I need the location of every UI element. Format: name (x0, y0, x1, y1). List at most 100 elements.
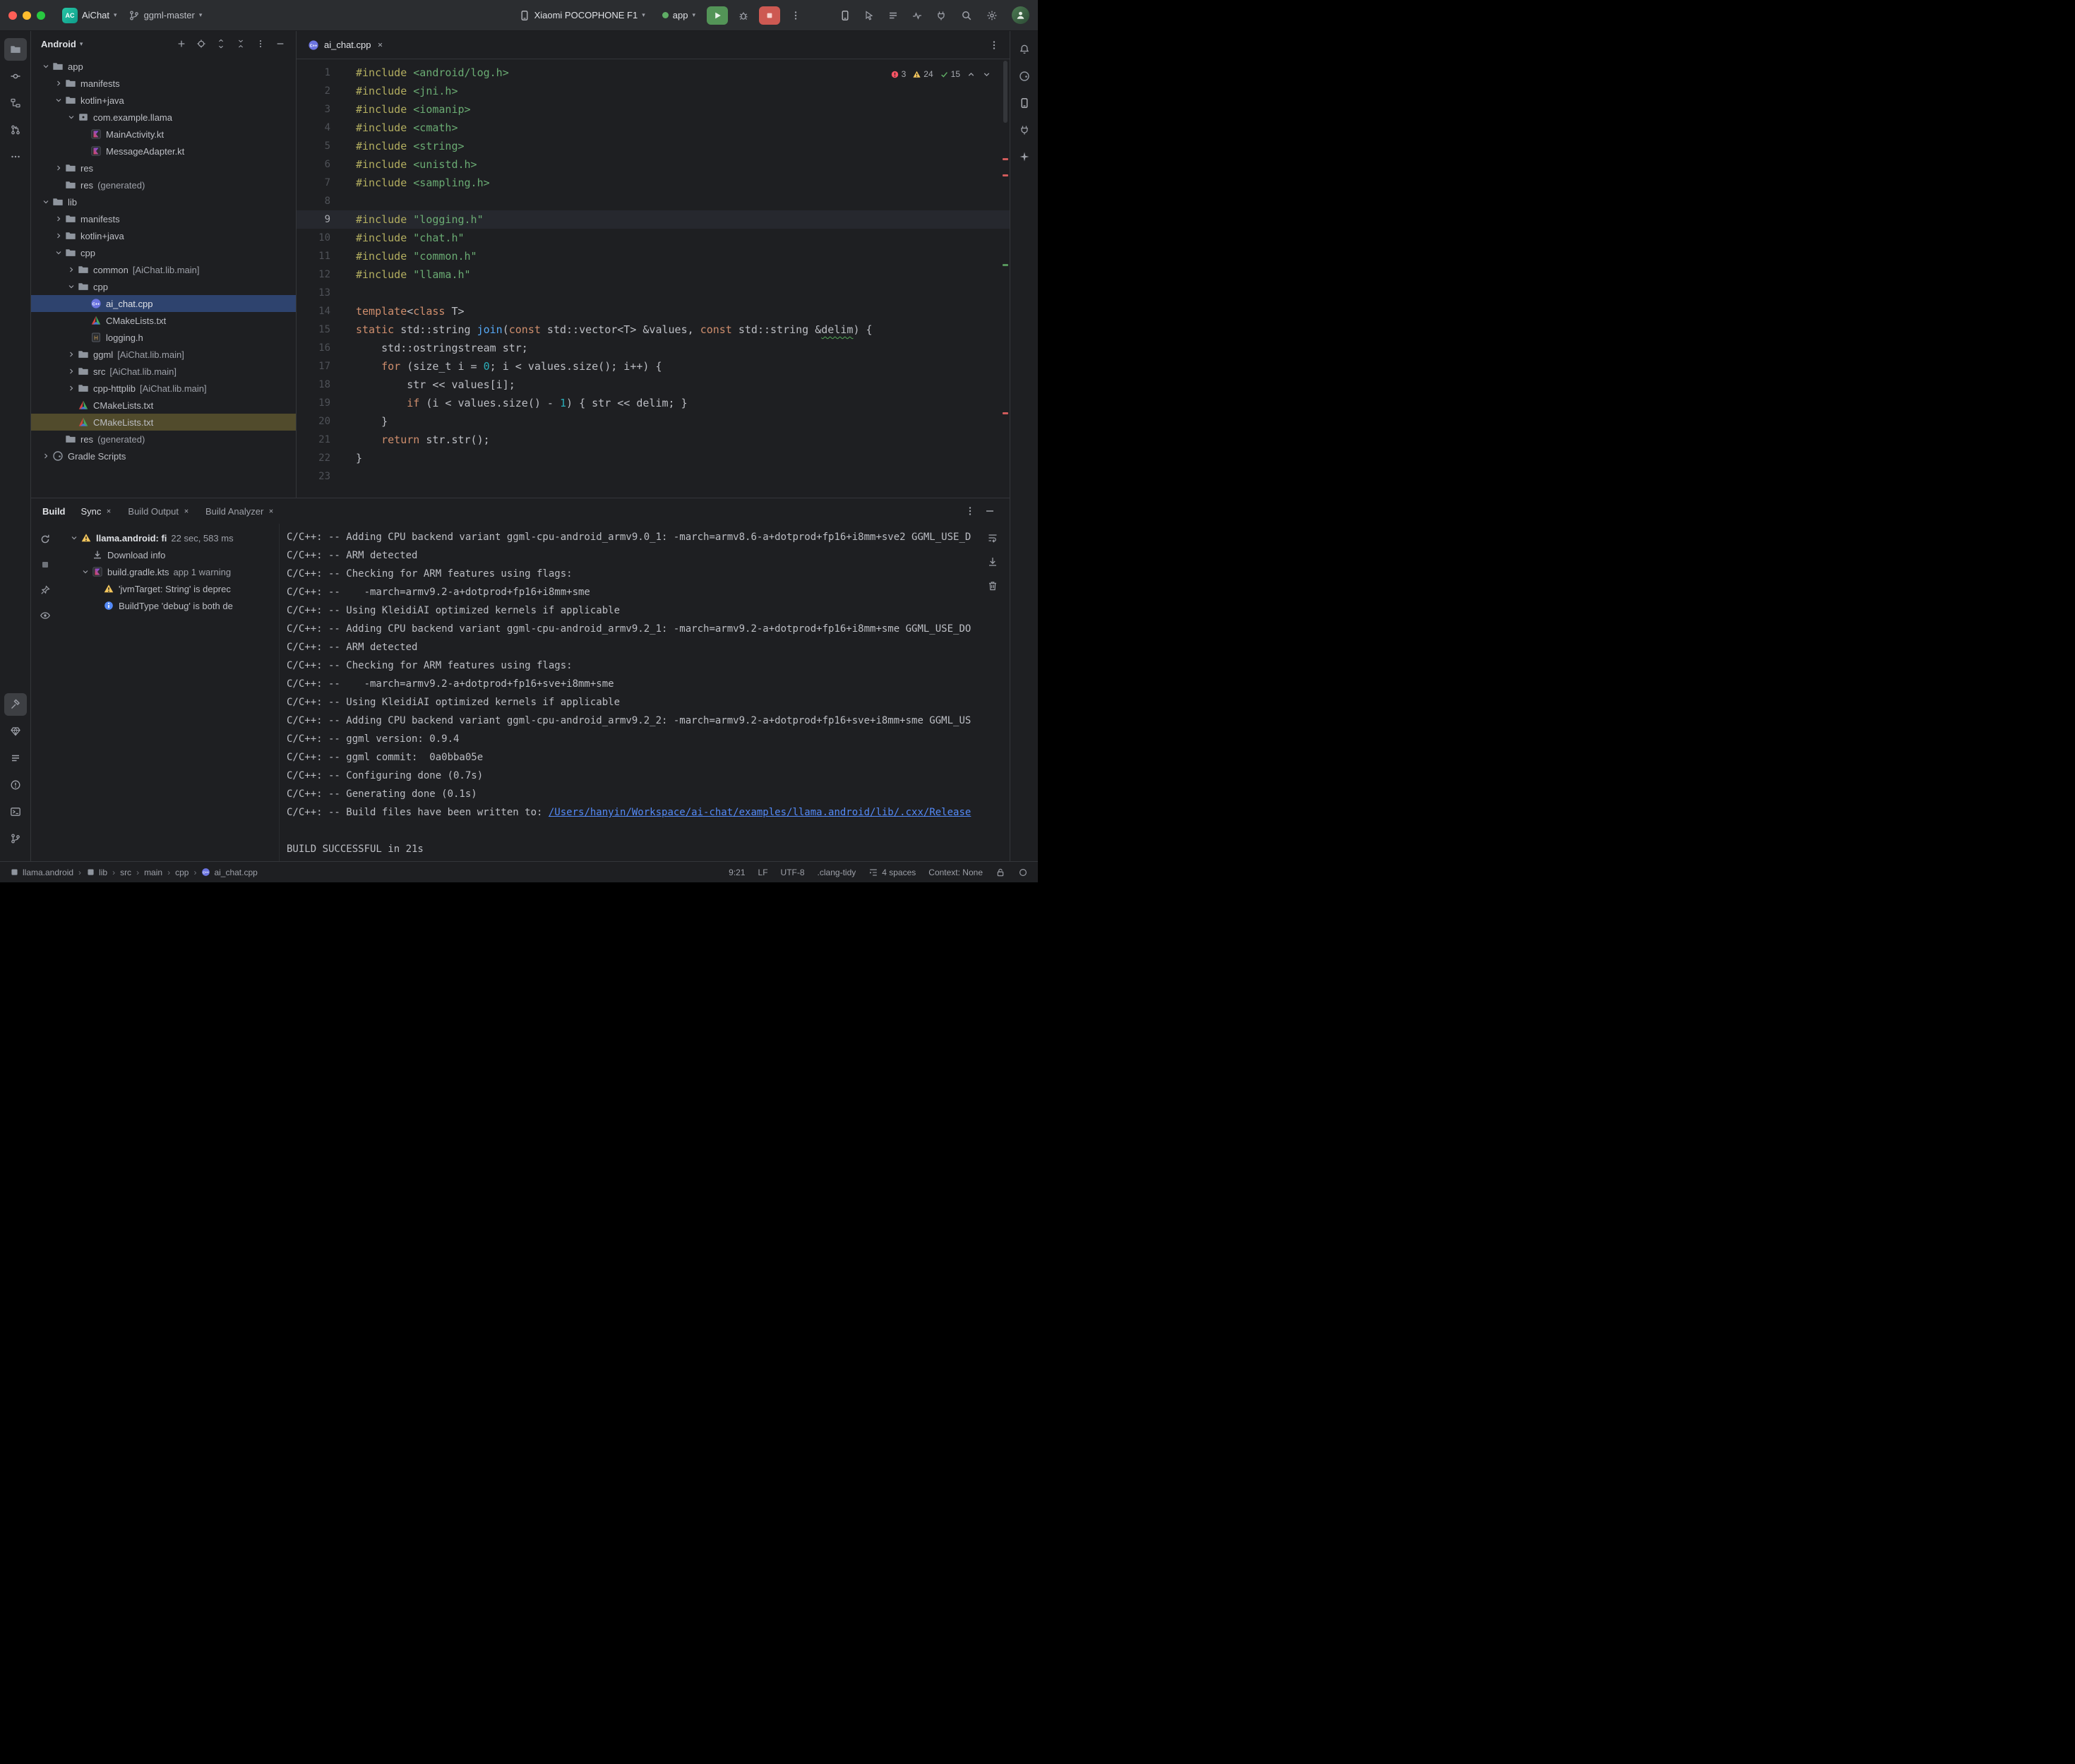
line-number[interactable]: 12 (297, 265, 330, 284)
run-button[interactable] (707, 6, 728, 25)
next-problem-button[interactable] (982, 70, 991, 79)
tab-build-output[interactable]: Build Output (128, 506, 190, 517)
project-selector[interactable]: AC AiChat ▾ (56, 5, 123, 26)
tree-item-cpp-httplib[interactable]: cpp-httplib[AiChat.lib.main] (31, 380, 296, 397)
line-number[interactable]: 18 (297, 376, 330, 394)
gutter[interactable] (330, 320, 356, 339)
tree-item-messageadapter-kt[interactable]: MessageAdapter.kt (31, 143, 296, 160)
tree-item-manifests[interactable]: manifests (31, 210, 296, 227)
chevron-down-icon[interactable] (65, 280, 78, 293)
prev-problem-button[interactable] (967, 70, 976, 79)
project-icon[interactable] (4, 38, 27, 61)
code-line[interactable]: 17 for (size_t i = 0; i < values.size();… (297, 357, 1010, 376)
chevron-down-icon[interactable] (52, 246, 65, 259)
line-number[interactable]: 22 (297, 449, 330, 467)
line-number[interactable]: 21 (297, 431, 330, 449)
line-number[interactable]: 10 (297, 229, 330, 247)
terminal-icon[interactable] (4, 800, 27, 823)
hide-build-button[interactable] (980, 502, 1000, 520)
build-icon[interactable] (4, 693, 27, 716)
line-number[interactable]: 15 (297, 320, 330, 339)
tree-item-cmakelists-txt[interactable]: CMakeLists.txt (31, 312, 296, 329)
gradle-icon[interactable] (1013, 65, 1036, 88)
status-caret-position[interactable]: 9:21 (729, 868, 745, 877)
hide-icon[interactable] (272, 35, 289, 52)
gutter[interactable] (330, 394, 356, 412)
stop-sync-icon[interactable] (37, 556, 54, 573)
line-number[interactable]: 20 (297, 412, 330, 431)
tree-item-lib[interactable]: lib (31, 193, 296, 210)
status-line-separator[interactable]: LF (758, 868, 768, 877)
stripe-mark[interactable] (1003, 264, 1008, 266)
code-line[interactable]: 22} (297, 449, 1010, 467)
code-line[interactable]: 19 if (i < values.size() - 1) { str << d… (297, 394, 1010, 412)
clear-all-icon[interactable] (984, 577, 1001, 594)
chevron-right-icon[interactable] (52, 229, 65, 242)
window-close-button[interactable] (8, 11, 17, 20)
options-icon[interactable] (252, 35, 269, 52)
device-selector[interactable]: Xiaomi POCOPHONE F1 ▾ (513, 7, 651, 24)
tree-item-ai-chat-cpp[interactable]: C++ai_chat.cpp (31, 295, 296, 312)
tree-item-ggml[interactable]: ggml[AiChat.lib.main] (31, 346, 296, 363)
user-avatar[interactable] (1012, 6, 1029, 24)
editor-scroll-stripe[interactable] (1001, 59, 1010, 498)
stripe-mark[interactable] (1003, 158, 1008, 160)
tree-item-gradle-scripts[interactable]: Gradle Scripts (31, 448, 296, 464)
scroll-to-end-icon[interactable] (984, 553, 1001, 570)
line-number[interactable]: 13 (297, 284, 330, 302)
chevron-down-icon[interactable] (65, 111, 78, 124)
window-zoom-button[interactable] (37, 11, 45, 20)
code-line[interactable]: 14template<class T> (297, 302, 1010, 320)
pull-requests-icon[interactable] (4, 119, 27, 141)
chevron-right-icon[interactable] (52, 77, 65, 90)
tree-item-app[interactable]: app (31, 58, 296, 75)
expand-all-icon[interactable] (213, 35, 229, 52)
close-icon[interactable] (376, 41, 384, 49)
code-line[interactable]: 10#include "chat.h" (297, 229, 1010, 247)
tree-item-cpp[interactable]: cpp (31, 244, 296, 261)
status-encoding[interactable]: UTF-8 (781, 868, 805, 877)
scrollbar-thumb[interactable] (1003, 61, 1007, 123)
device-manager-icon[interactable] (1013, 92, 1036, 114)
logcat-icon[interactable] (4, 747, 27, 769)
breadcrumb-item[interactable]: lib (86, 868, 107, 877)
gutter[interactable] (330, 210, 356, 229)
stripe-mark[interactable] (1003, 412, 1008, 414)
breadcrumb-item[interactable]: C++ai_chat.cpp (201, 868, 257, 877)
structure-icon[interactable] (4, 92, 27, 114)
gutter[interactable] (330, 412, 356, 431)
editor-options-button[interactable] (984, 36, 1004, 54)
line-number[interactable]: 3 (297, 100, 330, 119)
new-icon[interactable] (173, 35, 190, 52)
logcat-toolbar-icon[interactable] (883, 6, 903, 25)
running-devices-icon[interactable] (1013, 119, 1036, 141)
tree-item-com-example-llama[interactable]: com.example.llama (31, 109, 296, 126)
tree-item-src[interactable]: src[AiChat.lib.main] (31, 363, 296, 380)
chevron-down-icon[interactable] (40, 196, 52, 208)
stop-button[interactable] (759, 6, 780, 25)
line-number[interactable]: 2 (297, 82, 330, 100)
line-number[interactable]: 17 (297, 357, 330, 376)
line-number[interactable]: 6 (297, 155, 330, 174)
line-number[interactable]: 8 (297, 192, 330, 210)
code-line[interactable]: 4#include <cmath> (297, 119, 1010, 137)
chevron-down-icon[interactable] (68, 532, 80, 544)
gutter[interactable] (330, 467, 356, 486)
code-line[interactable]: 3#include <iomanip> (297, 100, 1010, 119)
gutter[interactable] (330, 339, 356, 357)
tree-item-res[interactable]: res (31, 160, 296, 176)
search-everywhere-button[interactable] (957, 6, 976, 25)
rerun-sync-icon[interactable] (37, 531, 54, 548)
gutter[interactable] (330, 431, 356, 449)
line-number[interactable]: 9 (297, 210, 330, 229)
chevron-right-icon[interactable] (52, 162, 65, 174)
line-number[interactable]: 16 (297, 339, 330, 357)
tree-item-res[interactable]: res(generated) (31, 176, 296, 193)
inspections-widget[interactable]: 3 24 15 (890, 65, 991, 83)
status-clang-tidy[interactable]: .clang-tidy (818, 868, 856, 877)
branch-selector[interactable]: ggml-master ▾ (123, 7, 208, 24)
build-log[interactable]: C/C++: -- Using KleidiAI optimized kerne… (280, 524, 1010, 861)
gutter[interactable] (330, 192, 356, 210)
gutter[interactable] (330, 247, 356, 265)
gutter[interactable] (330, 265, 356, 284)
